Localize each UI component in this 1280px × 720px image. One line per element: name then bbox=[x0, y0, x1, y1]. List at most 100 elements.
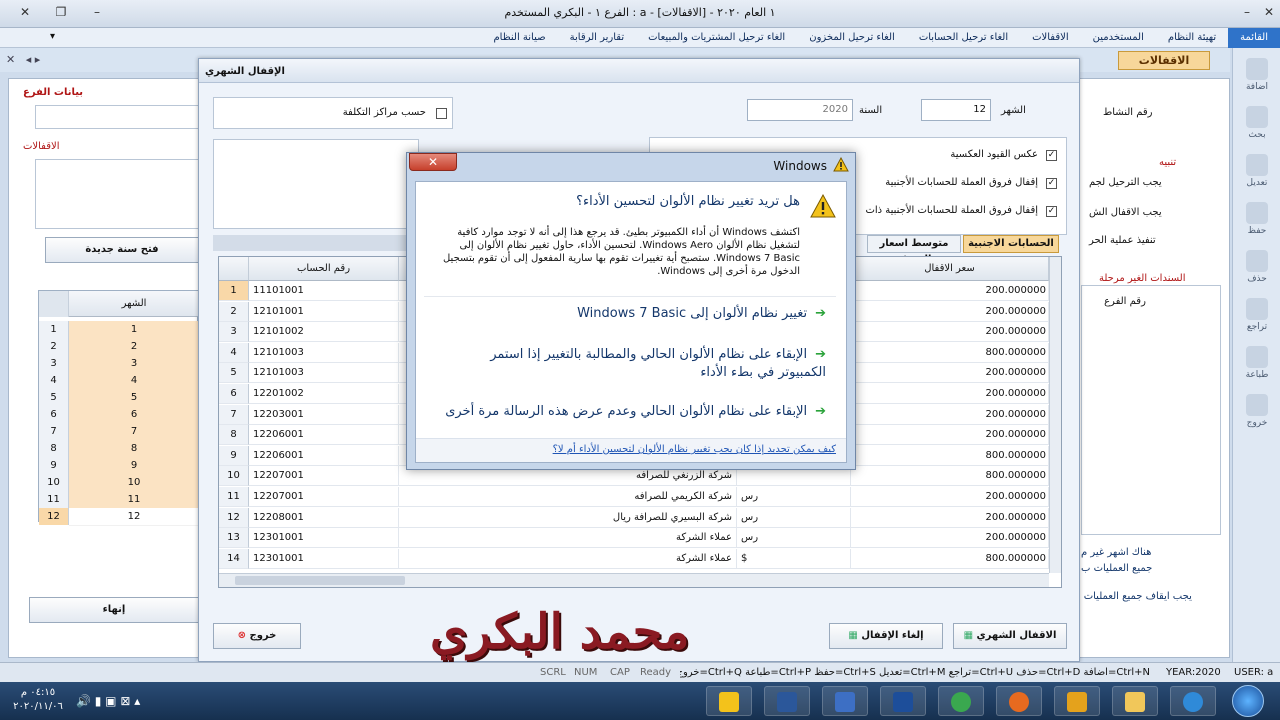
scroll-thumb[interactable] bbox=[235, 576, 405, 585]
taskbar-explorer-app[interactable] bbox=[1112, 686, 1158, 716]
close-rate-cell[interactable]: 200.000000 bbox=[851, 322, 1049, 343]
account-no-cell[interactable]: 12101002 bbox=[249, 322, 399, 343]
close-rate-cell[interactable]: 800.000000 bbox=[851, 342, 1049, 363]
account-no-cell[interactable]: 12207001 bbox=[249, 466, 399, 487]
month-row[interactable]: 11 11 bbox=[39, 491, 199, 509]
account-no-cell[interactable]: 12201002 bbox=[249, 384, 399, 404]
cancel-close-button[interactable]: ▦ إلغاء الإقفال bbox=[829, 623, 943, 649]
close-rate-cell[interactable]: 800.000000 bbox=[851, 466, 1049, 487]
year-input[interactable]: 2020 bbox=[747, 99, 853, 121]
month-row[interactable]: 33 bbox=[39, 355, 199, 373]
month-input[interactable]: 12 bbox=[921, 99, 991, 121]
close-rate-cell[interactable]: 200.000000 bbox=[851, 528, 1049, 549]
currency-cell[interactable]: $ bbox=[737, 548, 851, 569]
currency-cell[interactable]: رس bbox=[737, 487, 851, 507]
app-minimize-button[interactable]: – bbox=[1236, 3, 1258, 21]
monthly-close-button[interactable]: ▦ الاقفال الشهري bbox=[953, 623, 1067, 649]
month-grid[interactable]: الشهر 1 1 2 2 3 3 4 4 5 5 6 6 7 7 8 8 9 9 10 10 11 11 12 12 bbox=[38, 290, 199, 526]
toolbar-undo-button[interactable]: تراجع bbox=[1239, 294, 1275, 344]
app-close-button[interactable]: ✕ bbox=[1258, 3, 1280, 21]
branch-data-field[interactable] bbox=[35, 105, 199, 129]
taskbar-m-app[interactable] bbox=[880, 686, 926, 716]
menu-item[interactable]: الغاء ترحيل المخزون bbox=[797, 28, 907, 48]
close-rate-cell[interactable]: 200.000000 bbox=[851, 507, 1049, 528]
help-link[interactable]: كيف يمكن تحديد إذا كان يجب تغيير نظام ال… bbox=[553, 444, 836, 455]
close-diff-checkbox[interactable]: ✓ bbox=[1046, 178, 1057, 189]
tab-foreign-accounts[interactable]: الحسابات الاجنبية bbox=[963, 235, 1059, 253]
currency-cell[interactable]: رس bbox=[737, 528, 851, 549]
toolbar-exit-button[interactable]: خروج bbox=[1239, 390, 1275, 440]
taskbar-ie-app[interactable] bbox=[1170, 686, 1216, 716]
reverse-entries-checkbox[interactable]: ✓ bbox=[1046, 150, 1057, 161]
menu-item[interactable]: الاقفالات bbox=[1020, 28, 1080, 48]
close-rate-cell[interactable]: 200.000000 bbox=[851, 301, 1049, 322]
taskbar-chrome-app[interactable] bbox=[938, 686, 984, 716]
close-rate-cell[interactable]: 200.000000 bbox=[851, 425, 1049, 446]
start-button[interactable] bbox=[1232, 685, 1264, 717]
taskbar-word-app[interactable] bbox=[764, 686, 810, 716]
month-row[interactable]: 10 10 bbox=[39, 474, 199, 492]
month-row[interactable]: 77 bbox=[39, 423, 199, 441]
month-row[interactable]: 11 bbox=[39, 321, 199, 339]
close-rate-cell[interactable]: 800.000000 bbox=[851, 548, 1049, 569]
menu-item[interactable]: المستخدمين bbox=[1081, 28, 1156, 48]
month-row[interactable]: 66 bbox=[39, 406, 199, 424]
taskbar-briefcase-app[interactable] bbox=[822, 686, 868, 716]
month-row[interactable]: 88 bbox=[39, 440, 199, 458]
taskbar-warning-app[interactable] bbox=[706, 686, 752, 716]
close-rate-cell[interactable]: 200.000000 bbox=[851, 363, 1049, 384]
month-row[interactable]: 12 12 bbox=[39, 508, 199, 526]
account-no-cell[interactable]: 12207001 bbox=[249, 487, 399, 507]
close-rate-cell[interactable]: 200.000000 bbox=[851, 404, 1049, 425]
close-rate-cell[interactable]: 200.000000 bbox=[851, 384, 1049, 404]
close-rate-cell[interactable]: 200.000000 bbox=[851, 487, 1049, 507]
account-no-cell[interactable]: 12206001 bbox=[249, 425, 399, 446]
account-name-cell[interactable]: شركة الكريمي للصرافه bbox=[399, 487, 737, 507]
taskbar-clock[interactable]: ٠٤:١٥ م ٢٠٢٠/١١/٠٦ bbox=[8, 686, 68, 714]
menu-item[interactable]: الغاء ترحيل الحسابات bbox=[907, 28, 1020, 48]
month-row[interactable]: 99 bbox=[39, 457, 199, 475]
account-no-cell[interactable]: 12206001 bbox=[249, 445, 399, 466]
toolbar-print-button[interactable]: طباعة bbox=[1239, 342, 1275, 392]
toolbar-add-button[interactable]: اضافة bbox=[1239, 54, 1275, 104]
account-name-cell[interactable]: شركة البسيري للصرافة ريال bbox=[399, 507, 737, 528]
toolbar-save-button[interactable]: حفظ bbox=[1239, 198, 1275, 248]
account-no-cell[interactable]: 12101003 bbox=[249, 363, 399, 384]
currency-cell[interactable]: رس bbox=[737, 507, 851, 528]
option-change-basic[interactable]: ➔تغيير نظام الألوان إلى Windows 7 Basic bbox=[426, 306, 826, 321]
vertical-scrollbar[interactable] bbox=[1049, 257, 1061, 573]
account-no-cell[interactable]: 12101001 bbox=[249, 301, 399, 322]
option-keep-never[interactable]: ➔الإبقاء على نظام الألوان الحالي وعدم عر… bbox=[426, 404, 826, 419]
menu-item[interactable]: الغاء ترحيل المشتريات والمبيعات bbox=[636, 28, 797, 48]
account-no-cell[interactable]: 12203001 bbox=[249, 404, 399, 425]
menu-item[interactable]: تهيئة النظام bbox=[1156, 28, 1228, 48]
tray-icons[interactable]: 🔊 ▮ ▣ ⊠ ▴ bbox=[76, 694, 186, 708]
close-diff-2-checkbox[interactable]: ✓ bbox=[1046, 206, 1057, 217]
account-no-cell[interactable]: 12101003 bbox=[249, 342, 399, 363]
new-year-button[interactable]: فتح سنة جديدة bbox=[45, 237, 199, 263]
toolbar-edit-button[interactable]: تعديل bbox=[1239, 150, 1275, 200]
account-no-cell[interactable]: 11101001 bbox=[249, 281, 399, 301]
tab-closings[interactable]: الاقفالات bbox=[1118, 51, 1210, 70]
close-rate-cell[interactable]: 200.000000 bbox=[851, 281, 1049, 301]
toolbar-delete-button[interactable]: حذف bbox=[1239, 246, 1275, 296]
tab-average-rates[interactable]: متوسط اسعار الصرف bbox=[867, 235, 961, 265]
account-name-cell[interactable]: عملاء الشركة bbox=[399, 528, 737, 549]
close-rate-cell[interactable]: 800.000000 bbox=[851, 445, 1049, 466]
finish-button[interactable]: إنهاء bbox=[29, 597, 199, 623]
taskbar-media-app[interactable] bbox=[1054, 686, 1100, 716]
menu-item[interactable]: صيانة النظام bbox=[481, 28, 557, 48]
account-no-cell[interactable]: 12301001 bbox=[249, 548, 399, 569]
taskbar-firefox-app[interactable] bbox=[996, 686, 1042, 716]
menu-item[interactable]: تقارير الرقابة bbox=[558, 28, 637, 48]
exit-button[interactable]: ⊗ خروج bbox=[213, 623, 301, 649]
horizontal-scrollbar[interactable] bbox=[219, 573, 1049, 587]
account-name-cell[interactable]: عملاء الشركة bbox=[399, 548, 737, 569]
tab-nav-icons[interactable]: ✕ ◂ ▸ bbox=[6, 53, 40, 66]
toolbar-search-button[interactable]: بحث bbox=[1239, 102, 1275, 152]
option-keep-prompt[interactable]: ➔الإبقاء على نظام الألوان الحالي والمطال… bbox=[476, 346, 826, 382]
account-no-cell[interactable]: 12301001 bbox=[249, 528, 399, 549]
account-no-cell[interactable]: 12208001 bbox=[249, 507, 399, 528]
menu-item[interactable]: القائمة bbox=[1228, 28, 1280, 48]
month-row[interactable]: 22 bbox=[39, 338, 199, 356]
